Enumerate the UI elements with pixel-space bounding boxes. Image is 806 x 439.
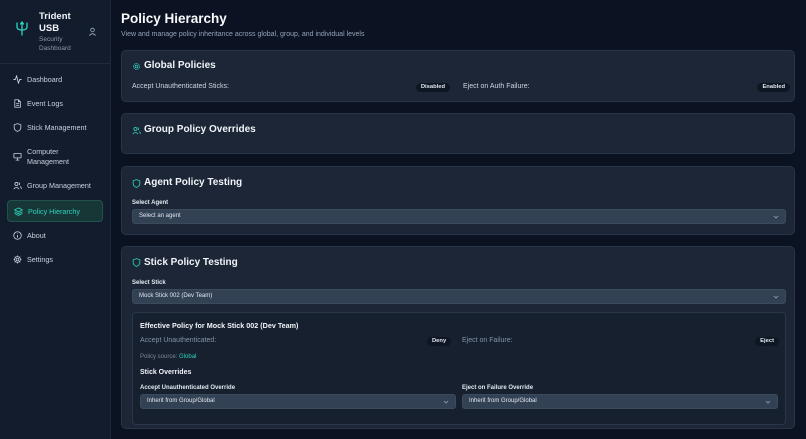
policy-source-label: Policy source: bbox=[140, 354, 178, 360]
sidebar-item-label: About bbox=[27, 231, 46, 240]
shield-icon bbox=[132, 258, 141, 267]
sidebar-item-label: Computer Management bbox=[27, 147, 69, 166]
chevron-down-icon bbox=[773, 215, 779, 219]
card-title: Group Policy Overrides bbox=[144, 124, 256, 135]
policy-source-link[interactable]: Global bbox=[179, 354, 196, 360]
accept-unauthenticated-label: Accept Unauthenticated Sticks: bbox=[132, 83, 229, 90]
select-stick-label: Select Stick bbox=[132, 280, 166, 286]
stick-select-value: Mock Stick 002 (Dev Team) bbox=[139, 293, 213, 299]
sidebar-item-label: Dashboard bbox=[27, 75, 63, 84]
shield-icon bbox=[132, 179, 141, 188]
status-badge: Disabled bbox=[415, 83, 450, 92]
sidebar-item-label: Settings bbox=[27, 255, 53, 264]
sidebar-item-label: Event Logs bbox=[27, 99, 63, 108]
sidebar: Trident USB Security Dashboard Dashboard… bbox=[0, 0, 111, 439]
chevron-down-icon bbox=[773, 295, 779, 299]
eject-on-failure-label: Eject on Failure: bbox=[462, 337, 513, 344]
stick-select[interactable]: Mock Stick 002 (Dev Team) bbox=[132, 289, 786, 304]
trident-icon bbox=[16, 21, 28, 36]
sidebar-item-settings[interactable]: Settings bbox=[7, 252, 103, 268]
effective-policy-title: Effective Policy for Mock Stick 002 (Dev… bbox=[140, 321, 299, 330]
global-policies-card: Global Policies Accept Unauthenticated S… bbox=[121, 50, 795, 102]
gear-icon bbox=[13, 255, 22, 264]
stick-overrides-title: Stick Overrides bbox=[140, 369, 192, 376]
sidebar-item-stick-management[interactable]: Stick Management bbox=[7, 120, 103, 136]
accept-unauthenticated-label: Accept Unauthenticated: bbox=[140, 337, 217, 344]
brand-header: Trident USB Security Dashboard bbox=[0, 0, 111, 64]
eject-override-select[interactable]: Inherit from Group/Global bbox=[462, 394, 778, 409]
file-text-icon bbox=[14, 99, 21, 108]
card-title: Global Policies bbox=[144, 60, 216, 71]
page-title: Policy Hierarchy bbox=[121, 11, 227, 26]
status-badge: Eject bbox=[755, 337, 779, 346]
policy-source: Policy source: Global bbox=[140, 354, 196, 360]
accept-override-select[interactable]: Inherit from Group/Global bbox=[140, 394, 456, 409]
sidebar-item-group-management[interactable]: Group Management bbox=[7, 178, 103, 194]
card-title: Agent Policy Testing bbox=[144, 177, 243, 188]
sidebar-item-label: Group Management bbox=[27, 181, 91, 190]
users-icon bbox=[132, 127, 141, 135]
layers-icon bbox=[14, 207, 23, 216]
eject-override-label: Eject on Failure Override bbox=[462, 385, 534, 391]
users-icon bbox=[13, 182, 22, 190]
effective-policy-panel: Effective Policy for Mock Stick 002 (Dev… bbox=[132, 312, 786, 425]
sidebar-item-about[interactable]: About bbox=[7, 228, 103, 244]
main-content: Policy Hierarchy View and manage policy … bbox=[111, 0, 806, 439]
sidebar-item-label: Stick Management bbox=[27, 123, 87, 132]
monitor-icon bbox=[13, 152, 22, 161]
agent-select-value: Select an agent bbox=[139, 213, 181, 219]
accept-override-value: Inherit from Group/Global bbox=[147, 398, 215, 404]
activity-icon bbox=[13, 75, 22, 84]
sidebar-item-policy-hierarchy[interactable]: Policy Hierarchy bbox=[7, 200, 103, 222]
status-badge: Deny bbox=[427, 337, 452, 346]
sidebar-item-event-logs[interactable]: Event Logs bbox=[7, 96, 103, 112]
user-icon[interactable] bbox=[88, 27, 97, 36]
card-title: Stick Policy Testing bbox=[144, 257, 238, 268]
brand-subtitle: Security Dashboard bbox=[39, 36, 71, 52]
brand-name: Trident USB bbox=[39, 11, 71, 34]
accept-override-label: Accept Unauthenticated Override bbox=[140, 385, 236, 391]
eject-auth-failure-label: Eject on Auth Failure: bbox=[463, 83, 530, 90]
sidebar-item-label: Policy Hierarchy bbox=[28, 207, 80, 216]
info-icon bbox=[13, 231, 22, 240]
chevron-down-icon bbox=[443, 400, 449, 404]
gear-icon bbox=[133, 63, 140, 70]
agent-policy-testing-card: Agent Policy Testing Select Agent Select… bbox=[121, 166, 795, 235]
agent-select[interactable]: Select an agent bbox=[132, 209, 786, 224]
sidebar-item-dashboard[interactable]: Dashboard bbox=[7, 72, 103, 88]
page-subtitle: View and manage policy inheritance acros… bbox=[121, 31, 365, 38]
chevron-down-icon bbox=[765, 400, 771, 404]
stick-policy-testing-card: Stick Policy Testing Select Stick Mock S… bbox=[121, 246, 795, 429]
group-policy-overrides-card: Group Policy Overrides bbox=[121, 113, 795, 154]
sidebar-item-computer-management[interactable]: Computer Management bbox=[7, 145, 103, 169]
status-badge: Enabled bbox=[757, 83, 790, 92]
select-agent-label: Select Agent bbox=[132, 200, 169, 206]
shield-icon bbox=[13, 123, 22, 132]
eject-override-value: Inherit from Group/Global bbox=[469, 398, 537, 404]
